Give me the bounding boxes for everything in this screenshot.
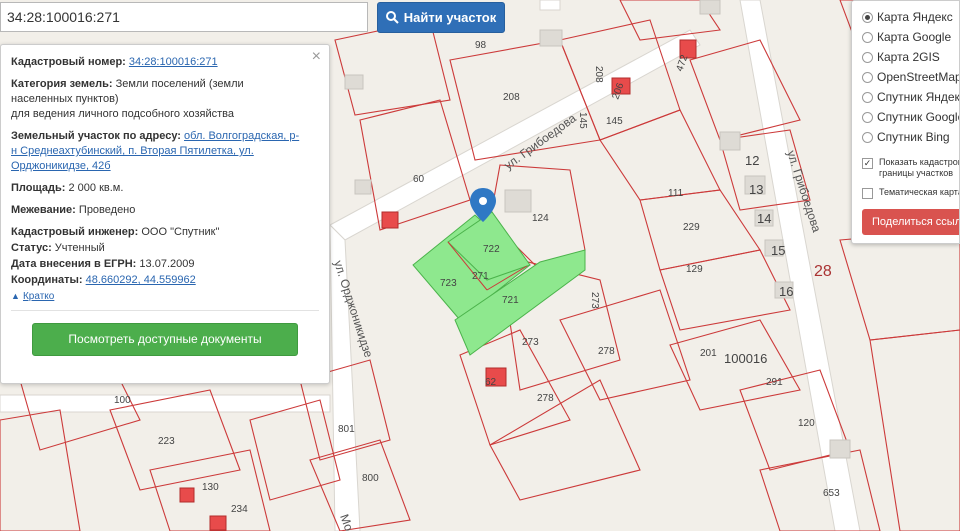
close-icon[interactable]: × <box>312 49 321 65</box>
engineer-value: ООО "Спутник" <box>141 226 220 238</box>
address-link-3[interactable]: Орджоникидзе, 42б <box>11 160 111 172</box>
engineer-label: Кадастровый инженер: <box>11 226 139 238</box>
survey-value: Проведено <box>78 204 136 216</box>
plot-label: 223 <box>158 436 175 447</box>
address-label: Земельный участок по адресу: <box>11 130 181 142</box>
plot-label: 15 <box>771 243 785 258</box>
layer-option-bing-satellite[interactable]: Спутник Bing <box>862 127 959 147</box>
plot-label: 145 <box>606 116 623 127</box>
divider <box>11 310 319 311</box>
plot-label: 129 <box>686 264 703 275</box>
plot-label: 801 <box>338 424 355 435</box>
radio-icon[interactable] <box>862 11 873 23</box>
layer-option-label: OpenStreetMap <box>877 70 960 84</box>
egrn-date-value: 13.07.2009 <box>139 258 195 270</box>
plot-label: 145 <box>577 112 588 129</box>
layer-option-google-map[interactable]: Карта Google <box>862 27 959 47</box>
plot-label: 62 <box>485 377 497 388</box>
search-icon <box>385 11 399 24</box>
layer-option-label: Карта Яндекс <box>877 10 953 24</box>
quarter-label: 28 <box>814 263 832 280</box>
status-value: Учтенный <box>54 242 105 254</box>
survey-label: Межевание: <box>11 204 76 216</box>
share-link-button[interactable]: Поделиться ссылкой <box>862 209 959 235</box>
layer-option-label: Спутник Яндекс <box>877 90 960 104</box>
checkbox-icon[interactable] <box>862 188 873 199</box>
show-borders-toggle[interactable]: ✓ Показать кадастровыеграницы участков <box>862 157 959 179</box>
parcel-info-panel: × Кадастровый номер: 34:28:100016:271 Ка… <box>0 44 330 384</box>
chevron-up-icon: ▲ <box>11 291 20 301</box>
area-label: Площадь: <box>11 182 66 194</box>
land-category-label: Категория земель: <box>11 78 113 90</box>
thematic-map-toggle[interactable]: Тематическая карта <box>862 187 959 199</box>
land-category-value: Земли поселений (земли <box>115 78 244 90</box>
plot-label: 721 <box>502 295 519 306</box>
coordinates-link[interactable]: 48.660292, 44.559962 <box>86 274 196 286</box>
layer-option-label: Спутник Google <box>877 110 960 124</box>
plot-label: 234 <box>231 504 248 515</box>
show-borders-label-2: границы участков <box>879 168 954 178</box>
radio-icon[interactable] <box>862 31 873 43</box>
thematic-map-label: Тематическая карта <box>879 187 960 197</box>
map-layer-panel: Карта Яндекс Карта Google Карта 2GIS Ope… <box>851 0 960 244</box>
plot-label: 16 <box>779 284 793 299</box>
layer-option-2gis-map[interactable]: Карта 2GIS <box>862 47 959 67</box>
plot-label: 278 <box>537 393 554 404</box>
radio-icon[interactable] <box>862 71 873 83</box>
plot-label: 208 <box>593 66 604 83</box>
plot-label: 800 <box>362 473 379 484</box>
plot-label: 273 <box>522 337 539 348</box>
cadastral-number-link[interactable]: 34:28:100016:271 <box>129 56 218 68</box>
layer-option-google-satellite[interactable]: Спутник Google <box>862 107 959 127</box>
plot-label: 201 <box>700 348 717 359</box>
layer-option-osm[interactable]: OpenStreetMap <box>862 67 959 87</box>
address-link-2[interactable]: н Среднеахтубинский, п. Вторая Пятилетка… <box>11 145 254 157</box>
layer-option-label: Карта Google <box>877 30 952 44</box>
radio-icon[interactable] <box>862 131 873 143</box>
layer-option-yandex-map[interactable]: Карта Яндекс <box>862 7 959 27</box>
collapse-toggle[interactable]: ▲ Кратко <box>11 289 319 304</box>
find-plot-button[interactable]: Найти участок <box>377 2 505 33</box>
area-value: 2 000 кв.м. <box>68 182 124 194</box>
plot-label: 722 <box>483 244 500 255</box>
layer-option-label: Спутник Bing <box>877 130 950 144</box>
land-category-value-2: населенных пунктов) <box>11 93 119 105</box>
plot-label: 278 <box>598 346 615 357</box>
show-borders-label: Показать кадастровые <box>879 157 959 167</box>
egrn-date-label: Дата внесения в ЕГРН: <box>11 258 137 270</box>
search-input[interactable] <box>0 2 368 32</box>
plot-label: 14 <box>757 211 771 226</box>
plot-label: 111 <box>668 188 684 199</box>
plot-label: 124 <box>532 213 549 224</box>
coordinates-label: Координаты: <box>11 274 83 286</box>
plot-label: 653 <box>823 488 840 499</box>
address-link[interactable]: обл. Волгоградская, р- <box>184 130 299 142</box>
checkbox-checked-icon[interactable]: ✓ <box>862 158 873 169</box>
radio-icon[interactable] <box>862 91 873 103</box>
plot-label: 271 <box>472 271 489 282</box>
status-label: Статус: <box>11 242 52 254</box>
quarter-label: 100016 <box>724 351 767 366</box>
collapse-link[interactable]: Кратко <box>23 291 54 302</box>
plot-label: 723 <box>440 278 457 289</box>
plot-label: 208 <box>503 92 520 103</box>
plot-label: 229 <box>683 222 700 233</box>
plot-label: 12 <box>745 153 759 168</box>
layer-option-label: Карта 2GIS <box>877 50 940 64</box>
plot-label: 60 <box>413 174 425 185</box>
view-documents-button[interactable]: Посмотреть доступные документы <box>32 323 298 356</box>
find-plot-label: Найти участок <box>403 10 497 25</box>
land-category-value-3: для ведения личного подсобного хозяйства <box>11 108 234 120</box>
plot-label: 291 <box>766 377 783 388</box>
radio-icon[interactable] <box>862 51 873 63</box>
plot-label: 100 <box>114 395 131 406</box>
plot-label: 13 <box>749 182 763 197</box>
plot-label: 130 <box>202 482 219 493</box>
layer-option-yandex-satellite[interactable]: Спутник Яндекс <box>862 87 959 107</box>
cadastral-number-label: Кадастровый номер: <box>11 56 126 68</box>
plot-label: 273 <box>589 292 600 309</box>
plot-label: 120 <box>798 418 815 429</box>
plot-label: 98 <box>475 40 487 51</box>
radio-icon[interactable] <box>862 111 873 123</box>
